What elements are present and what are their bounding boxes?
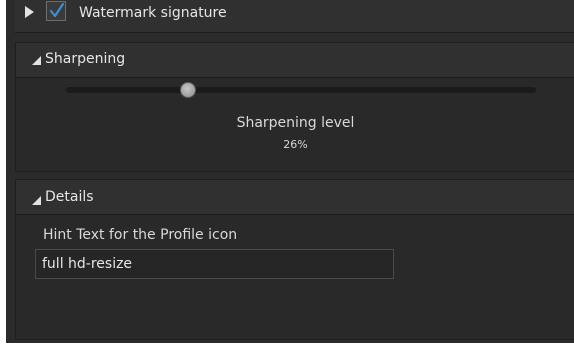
details-section: Details Hint Text for the Profile icon bbox=[15, 179, 574, 340]
sharpening-level-label: Sharpening level bbox=[236, 115, 355, 131]
sharpening-title: Sharpening bbox=[45, 51, 126, 67]
sharpening-slider-fill bbox=[66, 87, 188, 93]
sharpening-section: Sharpening Sharpening level 26% bbox=[15, 42, 574, 172]
sharpening-slider[interactable] bbox=[66, 82, 536, 98]
triangle-right-icon[interactable] bbox=[25, 6, 34, 18]
checkmark-icon bbox=[49, 2, 65, 18]
sharpening-section-header[interactable]: Sharpening bbox=[16, 43, 574, 78]
triangle-down-icon[interactable] bbox=[32, 56, 41, 65]
settings-panel: Watermark signature Sharpening Sharpenin… bbox=[0, 0, 574, 354]
profile-hint-label: Hint Text for the Profile icon bbox=[43, 227, 238, 243]
profile-hint-input[interactable] bbox=[35, 249, 394, 279]
watermark-section-header[interactable]: Watermark signature bbox=[15, 0, 574, 33]
watermark-checkbox[interactable] bbox=[46, 1, 66, 21]
watermark-label: Watermark signature bbox=[79, 5, 227, 21]
sharpening-slider-thumb[interactable] bbox=[180, 82, 196, 98]
triangle-down-icon[interactable] bbox=[32, 196, 41, 205]
details-title: Details bbox=[45, 189, 94, 205]
sharpening-level-value: 26% bbox=[283, 138, 308, 151]
details-section-header[interactable]: Details bbox=[16, 180, 574, 215]
